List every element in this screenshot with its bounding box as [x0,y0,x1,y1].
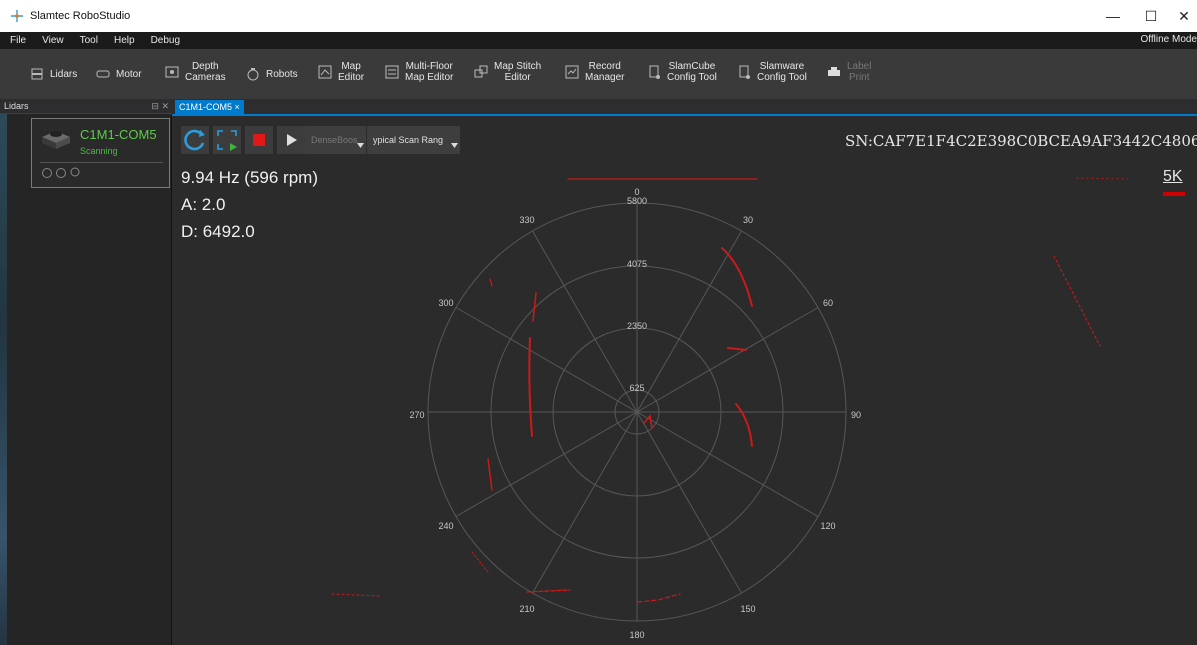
angle-label-240: 240 [438,521,453,531]
angle-label-90: 90 [851,410,861,420]
angle-label-270: 270 [409,410,424,420]
lidar-icon [31,68,43,80]
angle-label-150: 150 [740,604,755,614]
device-status: Scanning [80,146,118,156]
range-label-5800: 5800 [627,196,647,206]
slamware-icon [739,65,750,79]
spoke-120 [636,411,819,517]
device-name: C1M1-COM5 [80,127,157,142]
menu-tool[interactable]: Tool [72,35,106,46]
toolbar-depth-cameras-button[interactable]: Depth Cameras [165,61,226,83]
menu-debug[interactable]: Debug [143,35,188,46]
scan-segment [331,593,381,597]
robot-icon [247,68,259,81]
lidars-panel-header: Lidars ⊟ ✕ [0,99,172,114]
toolbar-slamcube-button[interactable]: SlamCube Config Tool [647,61,717,83]
multi-floor-icon [385,65,399,79]
toolbar-multi-floor-button[interactable]: Multi-Floor Map Editor [385,61,453,83]
menu-file[interactable]: File [0,35,34,46]
robostudio-logo-icon [11,10,23,22]
angle-label-60: 60 [823,298,833,308]
scan-segment [735,403,753,447]
menu-bar: File View Tool Help Debug Offline Mode [0,32,1197,49]
scan-segment [637,593,681,603]
lidars-panel-title: Lidars [4,101,29,111]
lidars-panel [0,114,172,645]
offline-mode-status: Offline Mode [1140,34,1197,45]
spoke-240 [455,411,638,517]
scan-segment [528,337,533,437]
device-action-icons[interactable] [41,167,89,179]
maximize-button[interactable]: ☐ [1141,8,1161,25]
spoke-210 [532,411,638,594]
panel-pin-close-icon[interactable]: ⊟ ✕ [151,99,169,113]
window-title: Slamtec RoboStudio [30,10,131,22]
menu-view[interactable]: View [34,35,72,46]
printer-icon [828,67,840,76]
lidar-device-icon [42,131,70,149]
title-bar: Slamtec RoboStudio — ☐ ✕ [0,0,1197,32]
lidar-polar-plot: 0 30 60 90 120 150 180 210 240 270 300 3… [331,177,1128,640]
range-label-2350: 2350 [627,321,647,331]
toolbar: Lidars Motor Depth Cameras Robots Map Ed… [0,49,1197,99]
angle-label-330: 330 [519,215,534,225]
record-icon [565,65,579,79]
scan-segment [1053,255,1101,347]
spoke-30 [636,230,742,413]
spoke-300 [455,307,638,413]
scan-segment [489,278,493,287]
device-card-divider [40,162,163,163]
menu-help[interactable]: Help [106,35,143,46]
spoke-330 [532,230,638,413]
lidar-device-card[interactable]: C1M1-COM5 Scanning [31,118,170,188]
tab-c1m1-com5[interactable]: C1M1-COM5 × [175,100,244,114]
angle-label-120: 120 [820,521,835,531]
motor-icon [96,70,110,78]
document-tab-bar: C1M1-COM5 × [172,99,1197,116]
toolbar-record-manager-button[interactable]: Record Manager [565,61,624,83]
spoke-150 [636,411,742,594]
toolbar-map-stitch-button[interactable]: Map Stitch Editor [474,61,541,83]
minimize-button[interactable]: — [1103,8,1123,24]
scan-segment [727,347,747,351]
scan-points [331,177,1128,603]
toolbar-slamware-button[interactable]: Slamware Config Tool [737,61,807,83]
slamcube-icon [649,65,660,79]
close-button[interactable]: ✕ [1174,8,1194,25]
angle-label-300: 300 [438,298,453,308]
toolbar-motor-button[interactable]: Motor [96,67,142,81]
range-label-4075: 4075 [627,259,647,269]
toolbar-robots-button[interactable]: Robots [246,67,298,81]
angle-label-210: 210 [519,604,534,614]
map-stitch-icon [474,65,488,78]
toolbar-lidars-button[interactable]: Lidars [30,67,77,81]
scan-segment [471,551,489,573]
desktop-background-strip [0,114,7,645]
camera-icon [165,66,179,78]
range-label-625: 625 [629,383,644,393]
toolbar-label-print-button[interactable]: Label Print [827,61,871,83]
angle-label-180: 180 [629,630,644,640]
spoke-60 [636,307,819,413]
angle-label-30: 30 [743,215,753,225]
scan-segment [1076,177,1128,180]
toolbar-map-editor-button[interactable]: Map Editor [318,61,364,83]
scan-segment [487,458,493,491]
map-editor-icon [318,65,332,79]
